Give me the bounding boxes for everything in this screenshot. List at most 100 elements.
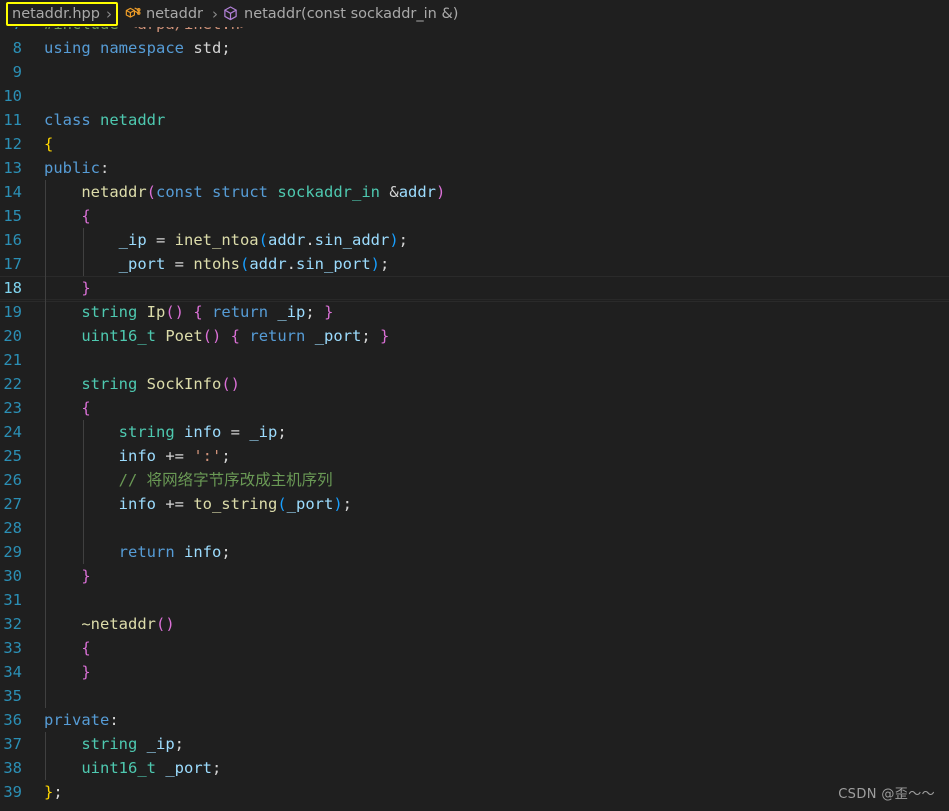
code-line[interactable]: 22 string SockInfo() [0, 372, 949, 396]
code-line[interactable]: 20 uint16_t Poet() { return _port; } [0, 324, 949, 348]
line-content: } [81, 567, 91, 585]
line-number: 27 [3, 495, 22, 513]
line-number: 10 [3, 87, 22, 105]
line-content: string info = _ip; [118, 423, 287, 441]
breadcrumb-item-file[interactable]: netaddr.hpp › [6, 1, 118, 26]
line-content: // 将网络字节序改成主机序列 [118, 471, 333, 489]
breadcrumb[interactable]: netaddr.hpp › netaddr › netaddr(const so… [0, 0, 949, 27]
code-line[interactable]: 38 uint16_t _port; [0, 756, 949, 780]
line-number: 32 [3, 615, 22, 633]
line-content: class netaddr [44, 111, 166, 129]
line-content: { [44, 135, 54, 153]
line-number: 25 [3, 447, 22, 465]
code-line[interactable]: 27 info += to_string(_port); [0, 492, 949, 516]
code-line[interactable]: 8 using namespace std; [0, 36, 949, 60]
line-number: 19 [3, 303, 22, 321]
line-number: 8 [12, 39, 22, 57]
vscode-editor-window: 7 #include <arpa/inet.h> 8 using namespa… [0, 0, 949, 811]
line-number: 16 [3, 231, 22, 249]
line-number: 14 [3, 183, 22, 201]
code-line[interactable]: 35 [0, 684, 949, 708]
indent-guide [45, 684, 46, 708]
indent-guide [83, 516, 84, 540]
code-line[interactable]: 9 [0, 60, 949, 84]
code-line[interactable]: 34 } [0, 660, 949, 684]
line-number: 31 [3, 591, 22, 609]
symbol-method-icon [222, 5, 239, 22]
line-number: 11 [3, 111, 22, 129]
code-line[interactable]: 23 { [0, 396, 949, 420]
line-content: using namespace std; [44, 39, 231, 57]
line-number: 12 [3, 135, 22, 153]
code-line[interactable]: 37 string _ip; [0, 732, 949, 756]
code-line[interactable]: 24 string info = _ip; [0, 420, 949, 444]
code-line[interactable]: 15 { [0, 204, 949, 228]
line-number: 26 [3, 471, 22, 489]
code-line[interactable]: 39 }; [0, 780, 949, 804]
line-content: { [81, 207, 91, 225]
code-line[interactable]: 30 } [0, 564, 949, 588]
code-line[interactable]: 26 // 将网络字节序改成主机序列 [0, 468, 949, 492]
line-number: 34 [3, 663, 22, 681]
breadcrumb-class-label: netaddr [145, 5, 203, 22]
code-line[interactable]: 19 string Ip() { return _ip; } [0, 300, 949, 324]
chevron-right-icon: › [105, 4, 112, 23]
line-number: 22 [3, 375, 22, 393]
line-content: uint16_t Poet() { return _port; } [81, 327, 390, 345]
line-number: 15 [3, 207, 22, 225]
line-content: uint16_t _port; [81, 759, 222, 777]
code-line[interactable]: 36 private: [0, 708, 949, 732]
line-number: 30 [3, 567, 22, 585]
line-content: public: [44, 159, 110, 177]
line-content: } [81, 279, 91, 297]
line-content: _port = ntohs(addr.sin_port); [118, 255, 390, 273]
line-content: }; [44, 783, 63, 801]
code-line[interactable]: 21 [0, 348, 949, 372]
symbol-class-icon [124, 5, 141, 22]
breadcrumb-item-class[interactable]: netaddr › [124, 5, 222, 23]
breadcrumb-file-label: netaddr.hpp [12, 5, 100, 22]
code-line[interactable]: 31 [0, 588, 949, 612]
line-number: 20 [3, 327, 22, 345]
line-content: { [81, 639, 91, 657]
line-content: ~netaddr() [81, 615, 175, 633]
line-content: string Ip() { return _ip; } [81, 303, 334, 321]
code-line[interactable]: 11 class netaddr [0, 108, 949, 132]
code-line[interactable]: 17 _port = ntohs(addr.sin_port); [0, 252, 949, 276]
line-number: 17 [3, 255, 22, 273]
line-number: 37 [3, 735, 22, 753]
line-number: 18 [3, 279, 22, 297]
breadcrumb-method-label: netaddr(const sockaddr_in &) [244, 5, 459, 22]
line-content: return info; [118, 543, 231, 561]
line-content: info += ':'; [118, 447, 231, 465]
code-lines-container[interactable]: 7 #include <arpa/inet.h> 8 using namespa… [0, 12, 949, 804]
code-line[interactable]: 32 ~netaddr() [0, 612, 949, 636]
line-number: 33 [3, 639, 22, 657]
line-content: { [81, 399, 91, 417]
code-line[interactable]: 29 return info; [0, 540, 949, 564]
code-line[interactable]: 13 public: [0, 156, 949, 180]
code-line[interactable]: 28 [0, 516, 949, 540]
line-content: _ip = inet_ntoa(addr.sin_addr); [118, 231, 409, 249]
breadcrumb-item-method[interactable]: netaddr(const sockaddr_in &) [222, 5, 458, 22]
line-number: 9 [12, 63, 22, 81]
line-number: 24 [3, 423, 22, 441]
line-content: netaddr(const struct sockaddr_in &addr) [81, 183, 446, 201]
line-content: info += to_string(_port); [118, 495, 353, 513]
code-line[interactable]: 14 netaddr(const struct sockaddr_in &add… [0, 180, 949, 204]
code-line[interactable]: 10 [0, 84, 949, 108]
line-number: 28 [3, 519, 22, 537]
code-line[interactable]: 12 { [0, 132, 949, 156]
indent-guide [45, 588, 46, 612]
code-line[interactable]: 16 _ip = inet_ntoa(addr.sin_addr); [0, 228, 949, 252]
line-number: 38 [3, 759, 22, 777]
line-content: } [81, 663, 91, 681]
code-line-active[interactable]: 18 } [0, 276, 949, 302]
line-number: 29 [3, 543, 22, 561]
line-number: 36 [3, 711, 22, 729]
indent-guide [45, 348, 46, 372]
chevron-right-icon: › [212, 4, 218, 23]
code-line[interactable]: 33 { [0, 636, 949, 660]
code-editor[interactable]: 7 #include <arpa/inet.h> 8 using namespa… [0, 0, 949, 811]
code-line[interactable]: 25 info += ':'; [0, 444, 949, 468]
